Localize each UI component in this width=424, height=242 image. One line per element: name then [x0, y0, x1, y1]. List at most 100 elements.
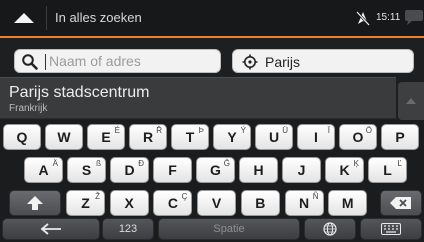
key-label: Y	[227, 129, 237, 145]
key-u[interactable]: UÜ	[255, 124, 293, 150]
language-key[interactable]	[304, 218, 356, 240]
key-label: A	[38, 162, 49, 178]
key-alt-label: Þ	[198, 126, 204, 135]
key-i[interactable]: IÏ	[297, 124, 335, 150]
search-icon	[21, 53, 39, 71]
divider	[46, 6, 47, 30]
backspace-icon	[390, 197, 411, 209]
key-label: H	[253, 162, 264, 178]
key-v[interactable]: V	[197, 190, 237, 216]
key-b[interactable]: B	[240, 190, 280, 216]
key-z[interactable]: ZŽ	[66, 190, 105, 216]
screen-title: In alles zoeken	[55, 10, 142, 25]
key-alt-label: Ý	[240, 126, 246, 135]
scroll-up-button[interactable]	[398, 82, 424, 120]
city-selector-button[interactable]: Parijs	[232, 49, 414, 73]
key-label: T	[185, 129, 195, 145]
key-alt-label: Ö	[365, 126, 372, 135]
key-label: Q	[16, 129, 28, 145]
key-label: N	[298, 195, 310, 211]
key-k[interactable]: KĶ	[325, 157, 364, 183]
key-y[interactable]: YÝ	[213, 124, 251, 150]
search-input[interactable]	[49, 51, 217, 71]
key-p[interactable]: P	[381, 124, 419, 150]
key-label: J	[297, 162, 306, 178]
key-g[interactable]: GĞ	[196, 157, 235, 183]
numbers-key[interactable]: 123	[102, 218, 154, 240]
key-alt-label: Ğ	[223, 159, 230, 168]
key-a[interactable]: AÄ	[24, 157, 63, 183]
shift-key[interactable]	[9, 190, 61, 216]
key-o[interactable]: OÖ	[339, 124, 377, 150]
key-alt-label: Ü	[282, 126, 288, 135]
key-w[interactable]: W	[45, 124, 83, 150]
key-q[interactable]: Q	[3, 124, 41, 150]
key-j[interactable]: J	[282, 157, 321, 183]
key-l[interactable]: LĽ	[368, 157, 407, 183]
key-alt-label: Ľ	[397, 159, 402, 168]
gps-off-icon	[356, 10, 370, 26]
key-s[interactable]: Sß	[67, 157, 106, 183]
up-arrow-icon[interactable]	[6, 6, 42, 30]
space-key[interactable]: Spatie	[158, 218, 300, 240]
key-alt-label: Ï	[327, 126, 330, 135]
key-e[interactable]: EÉ	[87, 124, 125, 150]
key-label: M	[341, 195, 354, 211]
key-alt-label: Ç	[181, 192, 188, 201]
key-f[interactable]: F	[153, 157, 192, 183]
top-bar: In alles zoeken 15:11	[0, 0, 424, 38]
key-alt-label: Ä	[52, 159, 58, 168]
key-label: O	[352, 129, 364, 145]
key-m[interactable]: M	[328, 190, 368, 216]
key-x[interactable]: X	[109, 190, 149, 216]
result-title: Parijs stadscentrum	[9, 84, 150, 101]
key-label: K	[339, 162, 350, 178]
key-alt-label: É	[114, 126, 120, 135]
key-n[interactable]: NÑ	[284, 190, 324, 216]
city-label: Parijs	[265, 54, 301, 70]
key-label: Z	[81, 195, 90, 211]
key-label: C	[167, 195, 178, 211]
globe-icon	[323, 222, 337, 236]
key-label: F	[168, 162, 177, 178]
key-alt-label: Ž	[95, 192, 100, 201]
key-label: G	[210, 162, 221, 178]
hide-keyboard-key[interactable]	[360, 218, 422, 240]
key-alt-label: Ð	[138, 159, 144, 168]
result-list-item[interactable]: Parijs stadscentrum Frankrijk	[0, 77, 396, 119]
key-alt-label: Ñ	[312, 192, 319, 201]
search-row: Parijs	[0, 40, 424, 76]
key-alt-label: Ř	[156, 126, 162, 135]
key-label: B	[255, 195, 266, 211]
text-cursor	[45, 54, 46, 70]
clock: 15:11	[376, 12, 401, 23]
key-h[interactable]: H	[239, 157, 278, 183]
message-icon[interactable]	[402, 8, 424, 28]
key-c[interactable]: CÇ	[153, 190, 193, 216]
key-t[interactable]: TÞ	[171, 124, 209, 150]
key-label: L	[383, 162, 392, 178]
key-label: S	[81, 162, 92, 178]
location-target-icon	[242, 54, 258, 70]
search-field[interactable]	[14, 49, 221, 73]
back-arrow-icon	[40, 223, 61, 235]
scroll-up-icon	[406, 98, 416, 104]
key-label: U	[268, 129, 280, 145]
key-label: D	[124, 162, 135, 178]
key-label: W	[57, 129, 71, 145]
key-label: E	[101, 129, 111, 145]
key-d[interactable]: DÐ	[110, 157, 149, 183]
key-label: V	[211, 195, 222, 211]
backspace-key[interactable]	[380, 190, 422, 216]
key-label: X	[124, 195, 134, 211]
key-label: I	[314, 129, 318, 145]
key-r[interactable]: RŘ	[129, 124, 167, 150]
result-subtitle: Frankrijk	[9, 103, 48, 114]
key-label: R	[142, 129, 154, 145]
key-label: P	[395, 129, 405, 145]
back-button[interactable]	[2, 218, 100, 240]
on-screen-keyboard: QWEÉRŘTÞYÝUÜIÏOÖP AÄSßDÐFGĞHJKĶLĽ ZŽXCÇV…	[0, 120, 424, 242]
keyboard-icon	[381, 223, 401, 235]
key-alt-label: ß	[96, 159, 101, 168]
shift-arrow-icon	[27, 196, 43, 210]
